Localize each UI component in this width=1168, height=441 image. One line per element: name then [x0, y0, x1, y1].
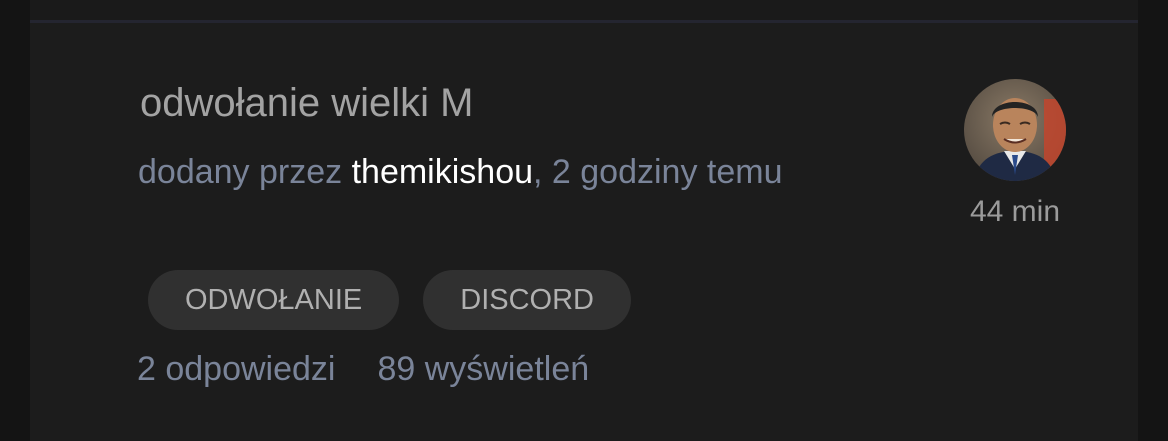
duration-label: 44 min — [969, 195, 1061, 228]
thread-title[interactable]: odwołanie wielki M — [140, 81, 473, 126]
previous-card-bottom — [30, 0, 1138, 20]
thread-stats: 2 odpowiedzi 89 wyświetleń — [137, 350, 589, 389]
tag-list: ODWOŁANIE DISCORD — [148, 270, 631, 330]
added-by-label: dodany przez — [138, 153, 352, 191]
author-link[interactable]: themikishou — [352, 153, 533, 191]
tag-odwolanie[interactable]: ODWOŁANIE — [148, 270, 400, 330]
tag-discord[interactable]: DISCORD — [423, 270, 631, 330]
views-count: 89 wyświetleń — [377, 350, 590, 388]
page: odwołanie wielki M dodany przez themikis… — [0, 0, 1168, 441]
time-ago: , 2 godziny temu — [533, 153, 783, 191]
thread-card[interactable]: odwołanie wielki M dodany przez themikis… — [30, 23, 1138, 441]
user-avatar[interactable] — [964, 79, 1066, 181]
replies-count: 2 odpowiedzi — [137, 350, 336, 388]
avatar-photo-icon — [964, 79, 1066, 181]
thread-meta: dodany przez themikishou, 2 godziny temu — [138, 153, 783, 192]
